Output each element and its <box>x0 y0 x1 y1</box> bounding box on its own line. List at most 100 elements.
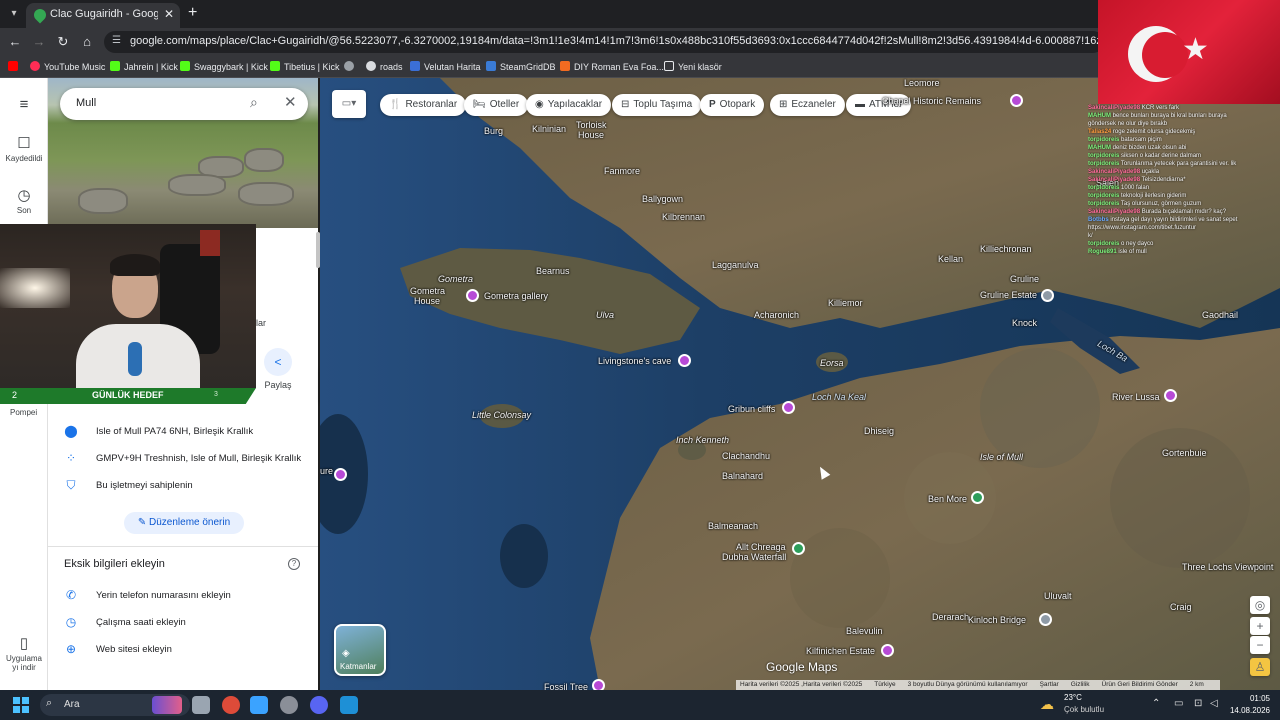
clock-date[interactable]: 14.08.2026 <box>1228 706 1270 715</box>
map-label[interactable]: Uluvalt <box>1044 591 1072 601</box>
bookmark-folder[interactable]: Yeni klasör <box>664 60 722 74</box>
bookmark-steamgriddb[interactable]: SteamGridDB <box>486 60 556 74</box>
windows-start-icon[interactable] <box>13 697 29 713</box>
zoom-out-button[interactable]: − <box>1250 636 1270 654</box>
map-label[interactable]: Kellan <box>938 254 963 264</box>
search-icon[interactable]: ⌕ <box>250 94 258 111</box>
chip-pharmacies[interactable]: ⊞ Eczaneler <box>770 94 845 116</box>
map-label[interactable]: Dubha Waterfall <box>722 552 786 562</box>
poi-marker[interactable] <box>881 644 894 657</box>
map-label[interactable]: Gruline Estate <box>980 290 1037 300</box>
clock-time[interactable]: 01:05 <box>1228 694 1270 703</box>
map-label[interactable]: Gometra <box>438 274 473 284</box>
poi-marker[interactable] <box>592 679 605 690</box>
address-row[interactable]: ⬤ Isle of Mull PA74 6NH, Birleşik Krallı… <box>48 420 318 444</box>
recent-button[interactable]: ◷ Son <box>0 186 48 215</box>
map-label[interactable]: Lagganulva <box>712 260 759 270</box>
chevron-up-icon[interactable]: ⌃ <box>1152 698 1160 709</box>
map-label[interactable]: Fossil Tree <box>544 682 588 690</box>
map-label[interactable]: Kilbrennan <box>662 212 705 222</box>
share-button[interactable]: < <box>264 348 292 376</box>
map-label[interactable]: Inch Kenneth <box>676 435 729 445</box>
map-label[interactable]: Acharonich <box>754 310 799 320</box>
plus-code-row[interactable]: ⁘ GMPV+9H Treshnish, Isle of Mull, Birle… <box>48 447 318 471</box>
map-label[interactable]: Ballygown <box>642 194 683 204</box>
map-label[interactable]: Ben More <box>928 494 967 504</box>
help-icon[interactable]: ? <box>288 558 300 570</box>
map-label[interactable]: Eorsa <box>820 358 844 368</box>
map-label[interactable]: Gortenbuie <box>1162 448 1207 458</box>
poi-marker[interactable] <box>1010 94 1023 107</box>
device-icon[interactable]: ▭ <box>1174 698 1183 709</box>
map-label[interactable]: Torloisk <box>576 120 607 130</box>
search-input[interactable]: Mull <box>76 97 96 109</box>
forward-icon[interactable]: → <box>30 33 48 51</box>
map-label[interactable]: Ulva <box>596 310 614 320</box>
task-view-icon[interactable] <box>192 696 210 714</box>
map-label[interactable]: Livingstone's cave <box>598 356 671 366</box>
add-phone-row[interactable]: ✆ Yerin telefon numarasını ekleyin <box>48 584 318 608</box>
bookmark-youtube-music[interactable]: YouTube Music <box>30 60 105 74</box>
map-label[interactable]: House <box>578 130 604 140</box>
address-bar[interactable]: ☰ google.com/maps/place/Clac+Gugairidh/@… <box>104 31 1104 53</box>
search-highlight-icon[interactable] <box>152 696 182 714</box>
poi-marker[interactable] <box>971 491 984 504</box>
discord-icon[interactable] <box>310 696 328 714</box>
poi-marker[interactable] <box>792 542 805 555</box>
map-label[interactable]: House <box>414 296 440 306</box>
chip-hotels[interactable]: 🛏 Oteller <box>464 94 529 116</box>
map-label[interactable]: Leomore <box>904 78 940 88</box>
bookmark-tibetius[interactable]: Tibetius | Kick <box>270 60 340 74</box>
browser-tab[interactable]: Clac Gugairidh - Google Haritalar ✕ <box>26 3 180 28</box>
bookmark-roads[interactable]: roads <box>366 60 403 74</box>
my-location-button[interactable]: ◎ <box>1250 596 1270 614</box>
bookmark-globe[interactable] <box>344 60 358 74</box>
bookmark-swaggybark[interactable]: Swaggybark | Kick <box>180 60 268 74</box>
chip-restaurants[interactable]: 🍴 Restoranlar <box>380 94 467 116</box>
map-label[interactable]: Gometra gallery <box>484 291 548 301</box>
map-label[interactable]: Gaodhail <box>1202 310 1238 320</box>
get-app-button[interactable]: ▯ Uygulama yı indir <box>0 634 48 672</box>
obs-icon[interactable] <box>280 696 298 714</box>
poi-marker[interactable] <box>466 289 479 302</box>
site-info-icon[interactable]: ☰ <box>112 35 124 47</box>
bookmark-diy-roman[interactable]: DIY Roman Eva Foa... <box>560 60 664 74</box>
map-label[interactable]: Balevulin <box>846 626 883 636</box>
map-label[interactable]: Dhiseig <box>864 426 894 436</box>
map-label[interactable]: Allt Chreaga <box>736 542 786 552</box>
back-icon[interactable]: ← <box>6 33 24 51</box>
map-label[interactable]: Three Lochs Viewpoint <box>1182 562 1273 572</box>
app-icon[interactable] <box>340 696 358 714</box>
poi-marker[interactable] <box>334 468 347 481</box>
new-tab-icon[interactable]: + <box>188 4 197 22</box>
map-label[interactable]: Little Colonsay <box>472 410 531 420</box>
bookmark-jahrein[interactable]: Jahrein | Kick <box>110 60 178 74</box>
close-icon[interactable]: ✕ <box>284 93 297 111</box>
map-label[interactable]: Kinloch Bridge <box>968 615 1026 625</box>
poi-marker[interactable] <box>1164 389 1177 402</box>
tab-search-icon[interactable]: ▾ <box>6 6 22 22</box>
close-tab-icon[interactable]: ✕ <box>164 7 174 21</box>
map-label[interactable]: Isle of Mull <box>980 452 1023 462</box>
claim-business-row[interactable]: ⛉ Bu işletmeyi sahiplenin <box>48 474 318 498</box>
map-label[interactable]: Knock <box>1012 318 1037 328</box>
map-label[interactable]: Chapel Historic Remains <box>882 96 981 106</box>
poi-marker[interactable] <box>782 401 795 414</box>
map-label[interactable]: Craig <box>1170 602 1192 612</box>
map-label[interactable]: Balmeanach <box>708 521 758 531</box>
map-label[interactable]: Burg <box>484 126 503 136</box>
add-hours-row[interactable]: ◷ Çalışma saati ekleyin <box>48 611 318 635</box>
menu-button[interactable]: ≡ <box>0 96 48 115</box>
bookmark-velutan[interactable]: Velutan Harita <box>410 60 481 74</box>
add-website-row[interactable]: ⊕ Web sitesi ekleyin <box>48 638 318 662</box>
volume-icon[interactable]: ◁ <box>1210 698 1218 709</box>
reload-icon[interactable]: ↻ <box>54 33 72 51</box>
chip-transit[interactable]: ⊟ Toplu Taşıma <box>612 94 702 116</box>
app-icon[interactable] <box>250 696 268 714</box>
chip-things-to-do[interactable]: ◉ Yapılacaklar <box>526 94 612 116</box>
poi-marker[interactable] <box>1041 289 1054 302</box>
layers-button[interactable]: ◈ Katmanlar <box>334 624 386 676</box>
search-box[interactable]: Mull ⌕ ✕ <box>60 88 308 120</box>
map-label[interactable]: River Lussa <box>1112 392 1160 402</box>
map-label[interactable]: Kilninian <box>532 124 566 134</box>
